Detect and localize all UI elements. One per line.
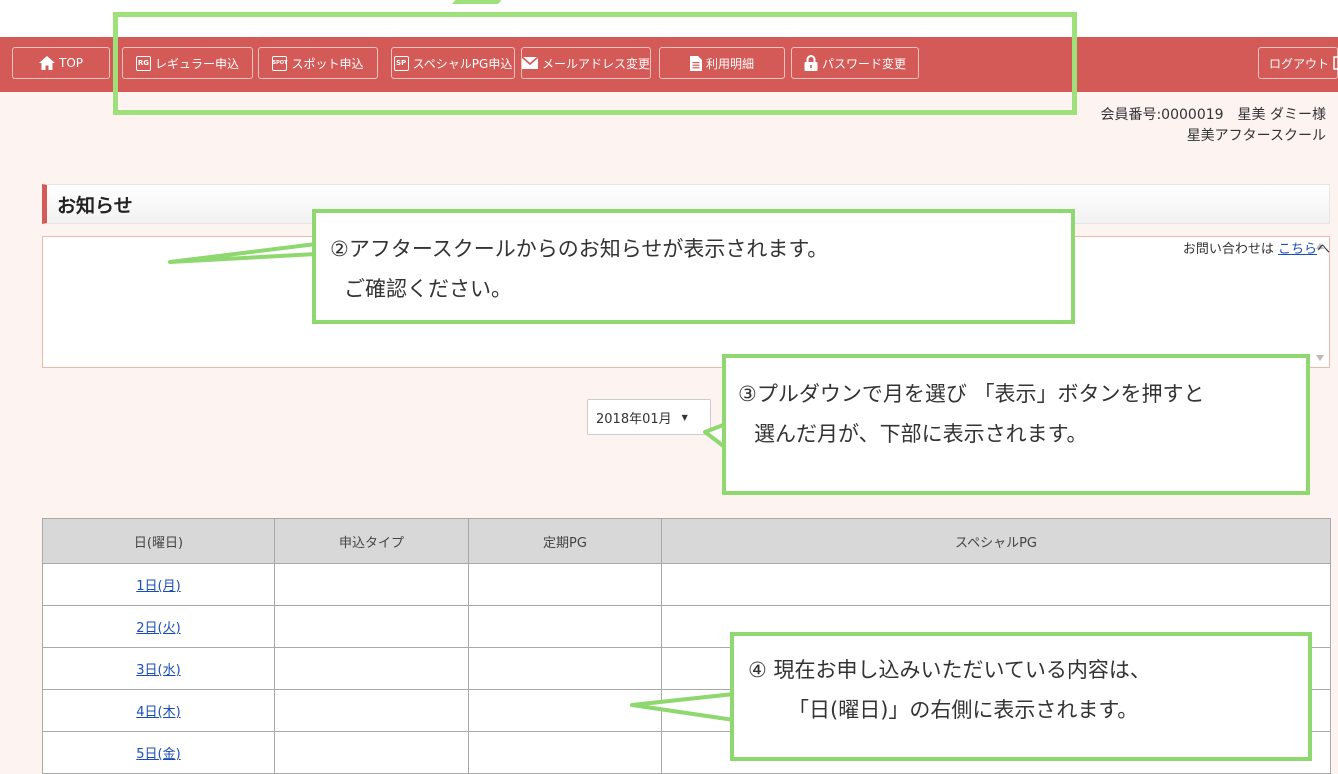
- callout-month-line2: 選んだ月が、下部に表示されます。: [754, 422, 1088, 446]
- callout-notice-line2: ご確認ください。: [344, 277, 512, 301]
- callout-notice-line1: ②アフタースクールからのお知らせが表示されます。: [330, 237, 829, 261]
- callout-2-pointer: [168, 242, 318, 264]
- callout-4-pointer: [630, 692, 736, 722]
- callout-month: ③プルダウンで月を選び 「表示」ボタンを押すと 選んだ月が、下部に表示されます。: [722, 354, 1310, 495]
- callout-content: ④ 現在お申し込みいただいている内容は、 「日(曜日)」の右側に表示されます。: [730, 632, 1312, 761]
- callout-month-line1: ③プルダウンで月を選び 「表示」ボタンを押すと: [738, 382, 1205, 406]
- callout-content-line1: ④ 現在お申し込みいただいている内容は、: [748, 658, 1151, 682]
- callout-content-line2: 「日(曜日)」の右側に表示されます。: [788, 698, 1139, 722]
- callout-notice: ②アフタースクールからのお知らせが表示されます。 ご確認ください。: [312, 209, 1075, 324]
